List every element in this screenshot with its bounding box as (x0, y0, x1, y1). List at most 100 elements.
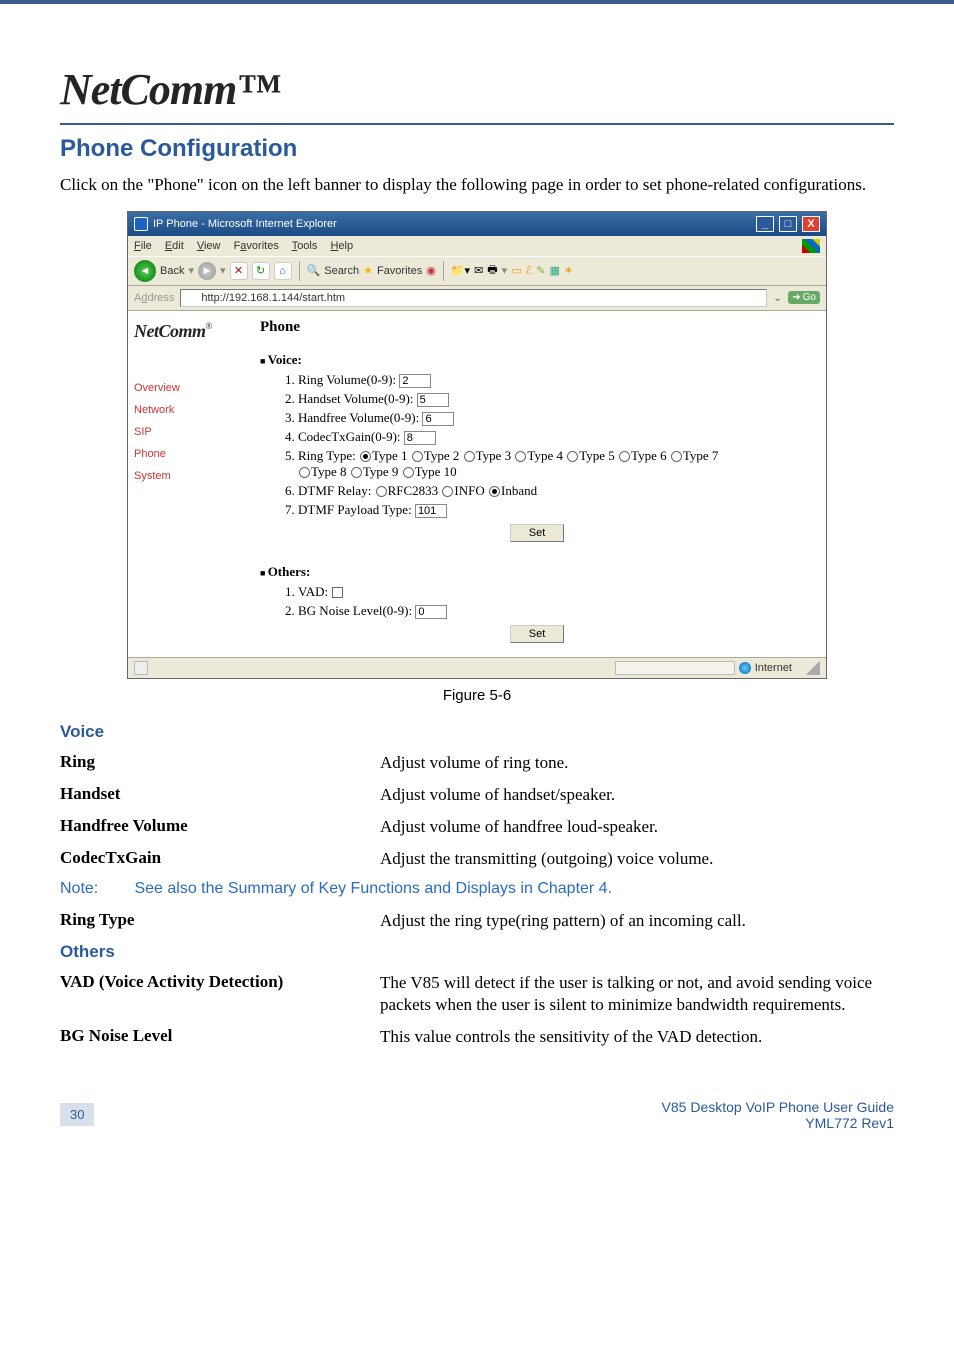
field-ring-volume: Ring Volume(0-9): (298, 372, 814, 388)
ie-title: IP Phone - Microsoft Internet Explorer (153, 218, 337, 230)
field-dtmf-payload: DTMF Payload Type: (298, 502, 814, 518)
mail-icon[interactable]: ✉ (474, 264, 483, 277)
def-desc: Adjust volume of handfree loud-speaker. (380, 816, 894, 838)
ie-toolbar: ◄ Back ▾ ► ▾ ✕ ↻ ⌂ 🔍 Search ★ Favorites … (128, 256, 826, 286)
logo-tm: ™ (236, 65, 279, 114)
others-section-label: Others: (260, 564, 814, 580)
media-icon[interactable]: ◉ (426, 264, 436, 277)
back-label[interactable]: Back (160, 265, 184, 277)
refresh-button[interactable]: ↻ (252, 262, 270, 280)
page-footer: 30 V85 Desktop VoIP Phone User Guide YML… (60, 1099, 894, 1131)
menu-tools[interactable]: Tools (292, 240, 318, 252)
windows-flag-icon (802, 239, 820, 253)
ring-type-5-radio[interactable] (567, 451, 578, 462)
menu-favorites[interactable]: Favorites (234, 240, 279, 252)
note-label: Note: (60, 880, 130, 898)
def-term: Handset (60, 784, 380, 806)
def-desc: Adjust the ring type(ring pattern) of an… (380, 910, 894, 932)
nav-overview[interactable]: Overview (134, 382, 242, 394)
field-handfree-volume: Handfree Volume(0-9): (298, 410, 814, 426)
stop-button[interactable]: ✕ (230, 262, 248, 280)
zone-label: Internet (755, 662, 792, 674)
field-ring-type: Ring Type: Type 1 Type 2 Type 3 Type 4 T… (298, 448, 814, 480)
page-heading: Phone Configuration (60, 135, 894, 163)
others-set-button[interactable]: Set (510, 625, 565, 643)
ring-type-9-radio[interactable] (351, 467, 362, 478)
history-icon[interactable]: 📁▾ (451, 264, 470, 277)
nav-phone[interactable]: Phone (134, 448, 242, 460)
forward-button[interactable]: ► (198, 262, 216, 280)
footer-line2: YML772 Rev1 (805, 1115, 894, 1131)
research-icon[interactable]: ℰ (526, 264, 533, 277)
def-desc: The V85 will detect if the user is talki… (380, 972, 894, 1016)
def-term: Handfree Volume (60, 816, 380, 838)
ring-type-6-radio[interactable] (619, 451, 630, 462)
codectxgain-input[interactable] (404, 431, 436, 445)
menu-help[interactable]: Help (330, 240, 353, 252)
print-icon[interactable]: 🖶 (487, 261, 497, 280)
menu-view[interactable]: View (197, 240, 221, 252)
def-vad: VAD (Voice Activity Detection) The V85 w… (60, 972, 894, 1016)
ring-type-4-radio[interactable] (515, 451, 526, 462)
header-logo: NetComm™ (60, 64, 894, 115)
extra-icon-2[interactable]: ✶ (564, 264, 573, 277)
zone-globe-icon (739, 662, 751, 674)
content-page-title: Phone (260, 319, 814, 336)
ring-type-1-radio[interactable] (360, 451, 371, 462)
back-button[interactable]: ◄ (134, 260, 156, 282)
search-icon[interactable]: 🔍 (307, 264, 321, 277)
address-dropdown-icon[interactable]: ⌄ (773, 291, 782, 304)
maximize-button[interactable]: □ (779, 216, 797, 232)
vad-checkbox[interactable] (332, 587, 343, 598)
extra-icon-1[interactable]: ▦ (549, 264, 559, 277)
dtmf-info-radio[interactable] (442, 486, 453, 497)
ring-type-10-radio[interactable] (403, 467, 414, 478)
dtmf-rfc2833-radio[interactable] (376, 486, 387, 497)
go-button[interactable]: ➜ Go (788, 291, 820, 304)
ie-address-bar: Address http://192.168.1.144/start.htm ⌄… (128, 286, 826, 311)
favorites-label[interactable]: Favorites (377, 265, 422, 277)
header-divider (60, 123, 894, 125)
field-codectxgain: CodecTxGain(0-9): (298, 429, 814, 445)
ring-type-3-radio[interactable] (464, 451, 475, 462)
search-label[interactable]: Search (324, 265, 359, 277)
ring-type-7-radio[interactable] (671, 451, 682, 462)
menu-edit[interactable]: Edit (165, 240, 184, 252)
def-term: BG Noise Level (60, 1026, 380, 1048)
close-button[interactable]: X (802, 216, 820, 232)
nav-network[interactable]: Network (134, 404, 242, 416)
resize-grip-icon[interactable] (806, 661, 820, 675)
discuss-icon[interactable]: ✎ (536, 264, 545, 277)
bg-noise-input[interactable] (415, 605, 447, 619)
sidebar-logo: NetComm® (134, 321, 242, 342)
favorites-star-icon[interactable]: ★ (363, 264, 373, 277)
def-codectxgain: CodecTxGain Adjust the transmitting (out… (60, 848, 894, 870)
edit-icon[interactable]: ▭ (511, 264, 521, 277)
ring-type-2-radio[interactable] (412, 451, 423, 462)
ring-volume-input[interactable] (399, 374, 431, 388)
ie-logo-icon (134, 217, 148, 231)
menu-file[interactable]: File (134, 240, 152, 252)
handset-volume-input[interactable] (417, 393, 449, 407)
def-ring-type: Ring Type Adjust the ring type(ring patt… (60, 910, 894, 932)
home-button[interactable]: ⌂ (274, 262, 292, 280)
def-bg-noise: BG Noise Level This value controls the s… (60, 1026, 894, 1048)
def-term: Ring Type (60, 910, 380, 932)
nav-system[interactable]: System (134, 470, 242, 482)
ie-menubar: File Edit View Favorites Tools Help (128, 236, 826, 256)
voice-section-label: Voice: (260, 352, 814, 368)
nav-sip[interactable]: SIP (134, 426, 242, 438)
ie-main-content: Phone Voice: Ring Volume(0-9): Handset V… (248, 311, 826, 657)
dtmf-inband-radio[interactable] (489, 486, 500, 497)
def-handfree-volume: Handfree Volume Adjust volume of handfre… (60, 816, 894, 838)
ring-type-8-radio[interactable] (299, 467, 310, 478)
handfree-volume-input[interactable] (422, 412, 454, 426)
address-input[interactable]: http://192.168.1.144/start.htm (180, 289, 767, 307)
def-term: VAD (Voice Activity Detection) (60, 972, 380, 1016)
minimize-button[interactable]: _ (756, 216, 774, 232)
field-vad: VAD: (298, 584, 814, 600)
voice-set-button[interactable]: Set (510, 524, 565, 542)
def-term: Ring (60, 752, 380, 774)
dtmf-payload-input[interactable] (415, 504, 447, 518)
def-handset: Handset Adjust volume of handset/speaker… (60, 784, 894, 806)
